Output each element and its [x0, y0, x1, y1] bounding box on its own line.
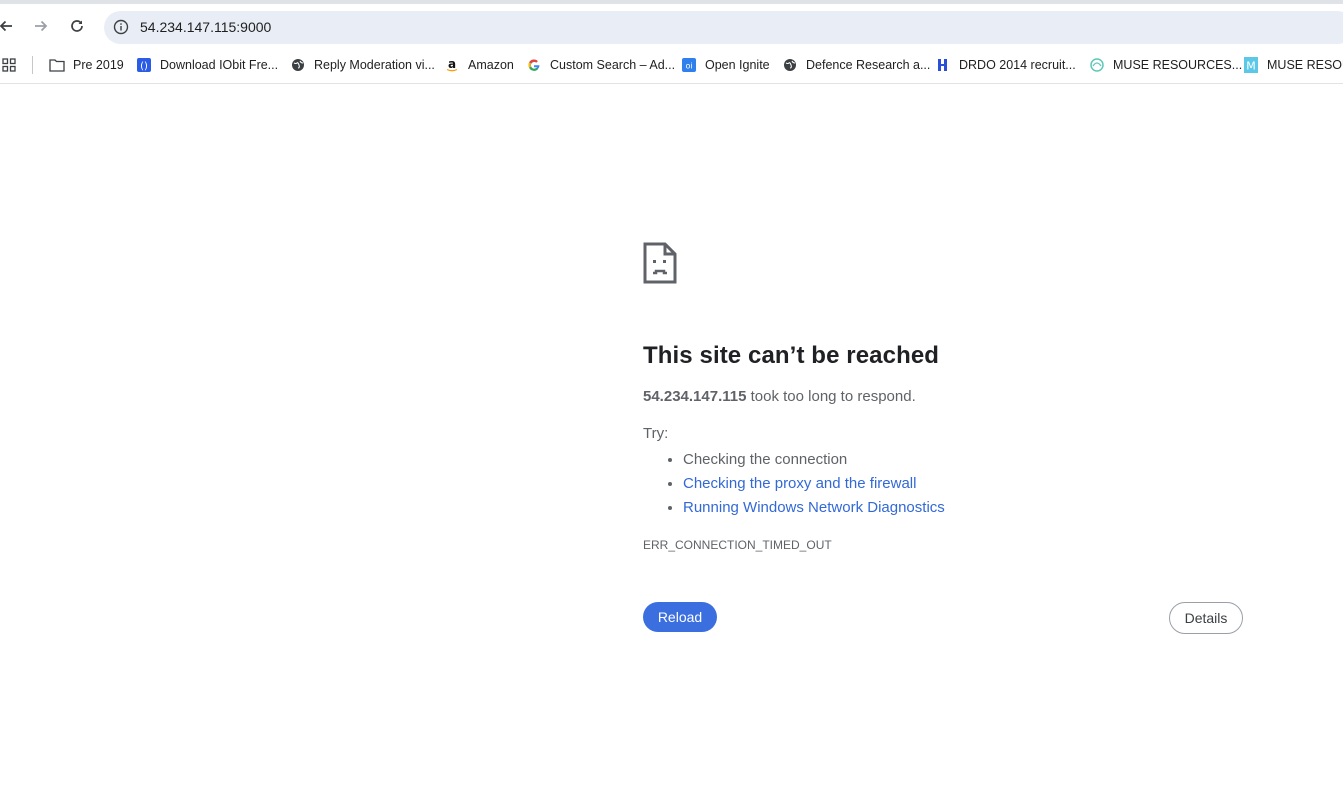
error-host: 54.234.147.115 [643, 388, 747, 405]
bookmark-label: Defence Research a... [806, 58, 931, 72]
forward-arrow-icon [35, 20, 48, 32]
reload-page-button[interactable] [65, 14, 89, 38]
globe-icon [290, 57, 306, 73]
google-icon [526, 57, 542, 73]
iobit-icon: () [136, 57, 152, 73]
bookmark-label: DRDO 2014 recruit... [959, 58, 1076, 72]
bookmark-label: Pre 2019 [73, 58, 124, 72]
svg-text:(): () [140, 61, 148, 72]
bookmark-open-ignite[interactable]: oi Open Ignite [681, 55, 770, 75]
oi-icon: oi [681, 57, 697, 73]
suggestion-text: Checking the connection [683, 451, 848, 468]
bookmark-defence-research[interactable]: Defence Research a... [782, 55, 930, 75]
svg-text:oi: oi [685, 62, 692, 71]
bookmark-custom-search[interactable]: Custom Search – Ad... [526, 55, 675, 75]
bookmark-label: Custom Search – Ad... [550, 58, 676, 72]
bookmark-pre-2019[interactable]: Pre 2019 [49, 55, 124, 75]
suggestion-check-proxy: Checking the proxy and the firewall [683, 472, 1243, 496]
svg-text:a: a [448, 58, 456, 71]
bookmarks-bar: Pre 2019 () Download IObit Fre... Reply … [0, 47, 1343, 84]
refresh-icon [71, 20, 83, 32]
bookmark-download-iobit[interactable]: () Download IObit Fre... [136, 55, 278, 75]
bookmark-label: Amazon [468, 58, 514, 72]
details-button[interactable]: Details [1169, 602, 1243, 634]
muse-icon [1089, 57, 1105, 73]
network-diagnostics-link[interactable]: Running Windows Network Diagnostics [683, 499, 945, 516]
amazon-icon: a [444, 57, 460, 73]
globe-icon [782, 57, 798, 73]
apps-grid-icon [2, 58, 16, 72]
error-message: took too long to respond. [746, 388, 916, 405]
bookmark-amazon[interactable]: a Amazon [444, 55, 514, 75]
bookmarks-separator [32, 56, 33, 74]
bookmark-label: Reply Moderation vi... [314, 58, 435, 72]
bookmark-label: MUSE RESOUR [1267, 58, 1343, 72]
address-url[interactable]: 54.234.147.115:9000 [140, 19, 271, 35]
drdo-icon [935, 57, 951, 73]
bookmark-muse-resources[interactable]: MUSE RESOURCES... [1089, 55, 1242, 75]
bookmark-drdo-2014[interactable]: DRDO 2014 recruit... [935, 55, 1076, 75]
svg-text:M: M [1246, 60, 1256, 73]
suggestion-network-diagnostics: Running Windows Network Diagnostics [683, 496, 1243, 520]
apps-button[interactable] [2, 55, 16, 75]
bookmark-muse-resources-2[interactable]: M MUSE RESOUR [1243, 55, 1343, 75]
bookmark-label: Open Ignite [705, 58, 770, 72]
suggestion-check-connection: Checking the connection [683, 448, 1243, 472]
folder-icon [49, 57, 65, 73]
bookmark-label: MUSE RESOURCES... [1113, 58, 1243, 72]
site-info-icon[interactable] [112, 18, 130, 36]
back-button[interactable] [0, 14, 18, 38]
proxy-firewall-link[interactable]: Checking the proxy and the firewall [683, 475, 916, 492]
address-bar[interactable]: 54.234.147.115:9000 [104, 11, 1343, 44]
error-content: This site can’t be reached 54.234.147.11… [643, 242, 1243, 552]
error-description: 54.234.147.115 took too long to respond. [643, 388, 1243, 405]
forward-button[interactable] [29, 14, 53, 38]
back-arrow-icon [0, 20, 12, 32]
sad-page-icon [643, 242, 677, 284]
m-icon: M [1243, 57, 1259, 73]
suggestions-list: Checking the connection Checking the pro… [643, 448, 1243, 520]
bookmark-label: Download IObit Fre... [160, 58, 279, 72]
browser-toolbar: 54.234.147.115:9000 [0, 4, 1343, 46]
error-code: ERR_CONNECTION_TIMED_OUT [643, 538, 832, 552]
try-label: Try: [643, 425, 669, 442]
error-title: This site can’t be reached [643, 342, 940, 369]
bookmark-reply-moderation[interactable]: Reply Moderation vi... [290, 55, 435, 75]
reload-button[interactable]: Reload [643, 602, 717, 632]
